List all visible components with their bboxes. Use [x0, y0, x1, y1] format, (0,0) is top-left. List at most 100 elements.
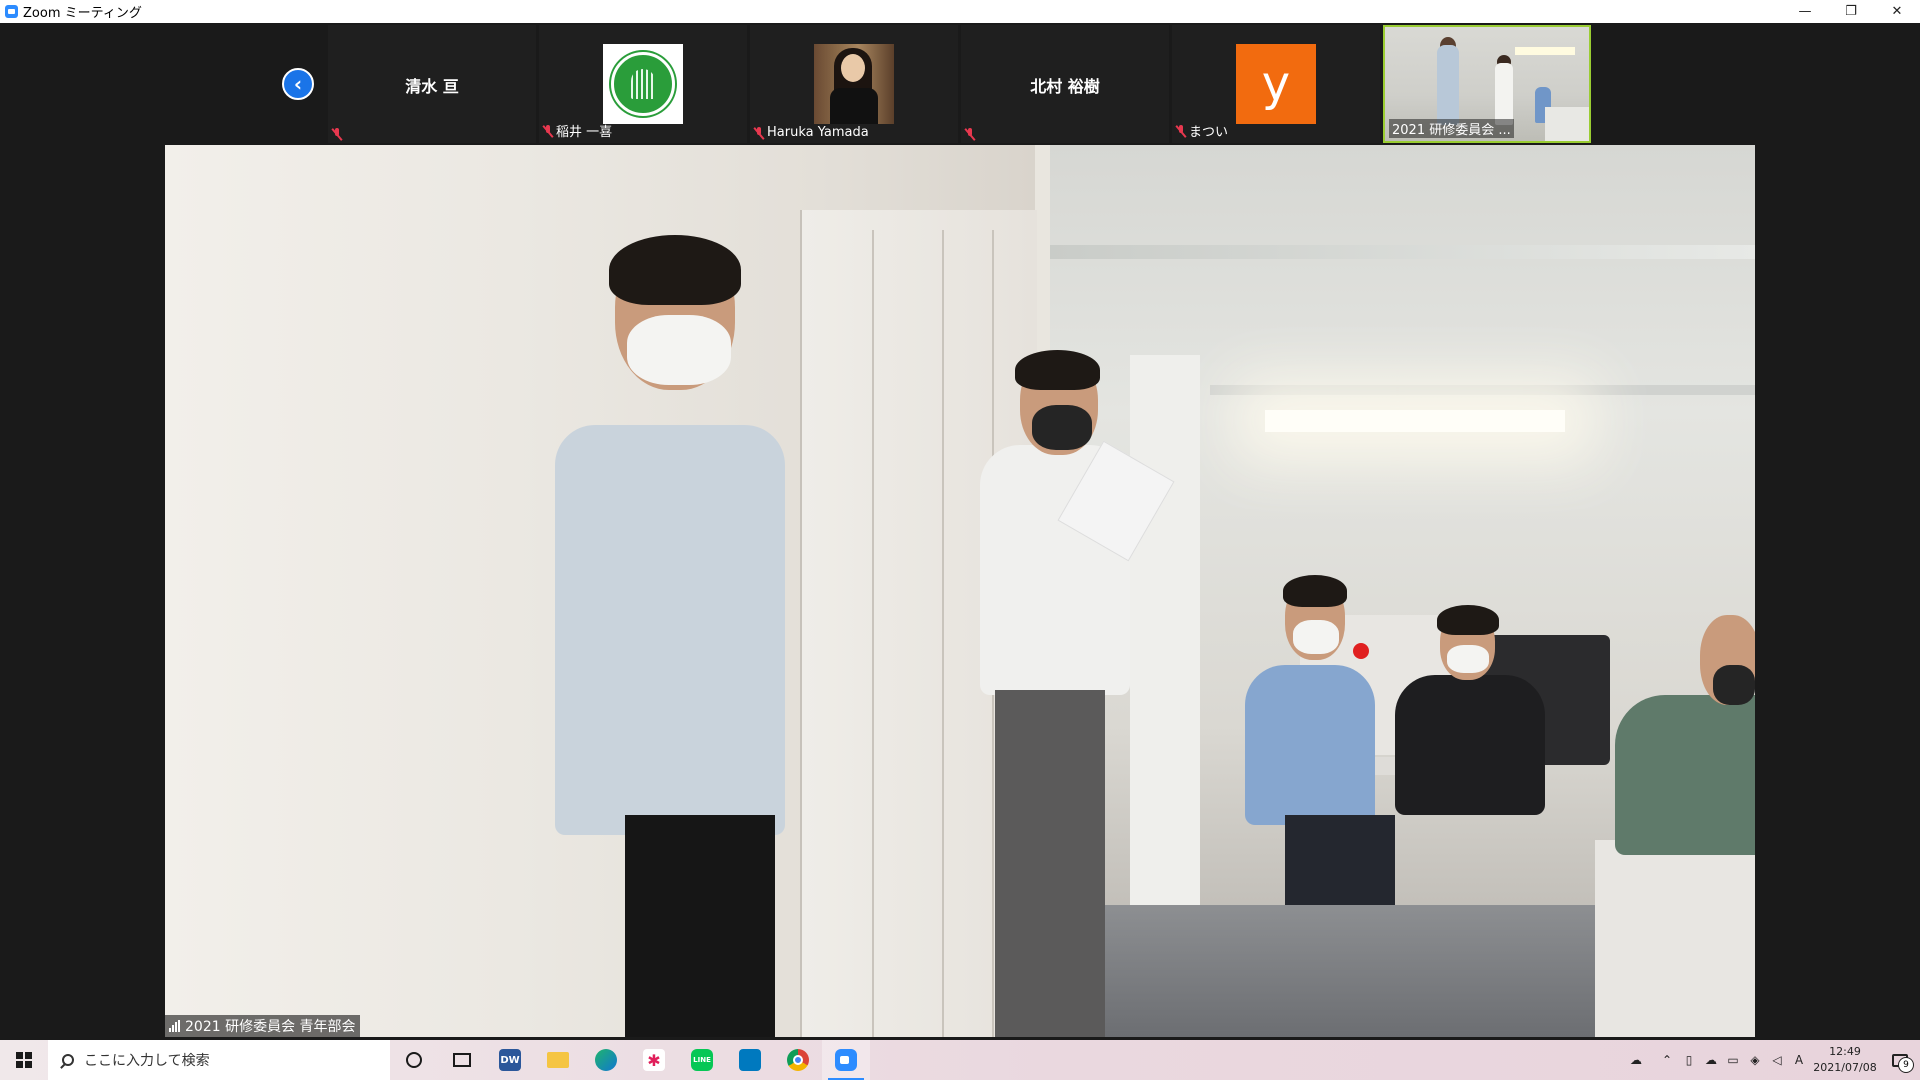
- person-shirt: [1395, 675, 1545, 815]
- thumb-person: [1495, 63, 1513, 125]
- line-icon: LINE: [691, 1049, 713, 1071]
- person-hair: [1283, 575, 1347, 607]
- participant-tile[interactable]: 北村 裕樹: [961, 25, 1169, 143]
- avatar-body: [830, 88, 878, 124]
- ceiling-light: [1265, 410, 1565, 432]
- participant-tile-active-speaker[interactable]: 2021 研修委員会 ...: [1383, 25, 1591, 143]
- task-view-button[interactable]: [438, 1040, 486, 1080]
- dropbox-icon[interactable]: ◈: [1744, 1040, 1766, 1080]
- notification-count-badge: 9: [1898, 1057, 1914, 1073]
- participant-avatar: [814, 44, 894, 124]
- video-name-text: 2021 研修委員会 青年部会: [185, 1019, 356, 1035]
- clock[interactable]: 12:49 2021/07/08: [1810, 1044, 1880, 1076]
- avatar-face: [841, 54, 865, 82]
- thumb-desk: [1545, 107, 1589, 141]
- chrome-icon: [787, 1049, 809, 1071]
- ceiling-rail: [1210, 385, 1755, 395]
- green-logo-icon: [611, 52, 675, 116]
- video-name-label: 2021 研修委員会 青年部会: [165, 1015, 360, 1037]
- muted-mic-icon: [332, 128, 342, 140]
- video-person: [525, 235, 805, 1037]
- usb-icon[interactable]: ▯: [1678, 1040, 1700, 1080]
- file-explorer-taskbar-button[interactable]: [534, 1040, 582, 1080]
- participant-label-text: 稲井 一喜: [556, 125, 613, 140]
- person-mask: [1032, 405, 1092, 450]
- minimize-button[interactable]: —: [1782, 0, 1828, 23]
- taskbar-search-box[interactable]: ここに入力して検索: [48, 1040, 390, 1080]
- person-mask: [1293, 620, 1339, 654]
- muted-mic-icon: [543, 124, 553, 137]
- participant-label-text: 2021 研修委員会 ...: [1392, 123, 1511, 138]
- windows-taskbar: ここに入力して検索 DW ✱ LINE ☁ ⌃ ▯ ☁ ▭ ◈ ◁ A 12:4…: [0, 1040, 1920, 1080]
- participant-name: 清水 亘: [405, 77, 459, 96]
- participant-label: Haruka Yamada: [754, 125, 869, 140]
- window-title: Zoom ミーティング: [23, 6, 142, 21]
- participant-tile[interactable]: y まつい: [1172, 25, 1380, 143]
- cortana-button[interactable]: [390, 1040, 438, 1080]
- participant-tile[interactable]: 清水 亘: [328, 25, 536, 143]
- participant-label: まつい: [1176, 121, 1228, 140]
- start-button[interactable]: [0, 1040, 48, 1080]
- participant-tile[interactable]: Haruka Yamada: [750, 25, 958, 143]
- person-shirt: [555, 425, 785, 835]
- muted-mic-icon: [1176, 124, 1186, 137]
- chevron-up-icon[interactable]: ⌃: [1656, 1040, 1678, 1080]
- thumb-person: [1437, 45, 1459, 125]
- edge-taskbar-button[interactable]: [582, 1040, 630, 1080]
- weather-icon[interactable]: ☁: [1616, 1040, 1656, 1080]
- person-hair: [609, 235, 741, 305]
- volume-icon[interactable]: ◁: [1766, 1040, 1788, 1080]
- zoom-taskbar-button[interactable]: [822, 1040, 870, 1080]
- muted-mic-icon: [754, 126, 764, 139]
- thumb-light: [1515, 47, 1575, 55]
- participant-label: 2021 研修委員会 ...: [1389, 119, 1514, 138]
- participant-label-text: まつい: [1189, 125, 1229, 140]
- dreamweaver-icon: DW: [499, 1049, 521, 1071]
- participant-label: 稲井 一喜: [543, 121, 612, 140]
- participant-strip: ‹ 清水 亘 稲井 一喜 Haruka Yamada 北村 裕樹 y まつい 2…: [0, 23, 1920, 145]
- meeting-area: ‹ 清水 亘 稲井 一喜 Haruka Yamada 北村 裕樹 y まつい 2…: [0, 23, 1920, 1040]
- trello-icon: [739, 1049, 761, 1071]
- closet-door-line: [872, 230, 874, 1037]
- ime-indicator[interactable]: A: [1788, 1040, 1810, 1080]
- person-pants: [1285, 815, 1395, 905]
- main-video[interactable]: 2021 研修委員会 青年部会: [165, 145, 1755, 1037]
- slack-icon: ✱: [643, 1049, 665, 1071]
- onedrive-icon[interactable]: ☁: [1700, 1040, 1722, 1080]
- chrome-taskbar-button[interactable]: [774, 1040, 822, 1080]
- windows-logo-icon: [16, 1052, 32, 1068]
- participant-avatar: y: [1236, 44, 1316, 124]
- video-person: [1245, 575, 1395, 905]
- line-taskbar-button[interactable]: LINE: [678, 1040, 726, 1080]
- person-pants: [625, 815, 775, 1037]
- person-mask: [1713, 665, 1755, 705]
- trello-taskbar-button[interactable]: [726, 1040, 774, 1080]
- muted-mic-icon: [965, 128, 975, 140]
- person-hair: [1015, 350, 1100, 390]
- system-tray: ☁ ⌃ ▯ ☁ ▭ ◈ ◁ A 12:49 2021/07/08 9: [1616, 1040, 1920, 1080]
- zoom-icon: [835, 1049, 857, 1071]
- closet-door-line: [942, 230, 944, 1037]
- participant-name: 北村 裕樹: [1030, 77, 1100, 96]
- slack-taskbar-button[interactable]: ✱: [630, 1040, 678, 1080]
- person-shirt: [1615, 695, 1755, 855]
- video-person: [1615, 615, 1755, 855]
- notification-center-button[interactable]: 9: [1880, 1040, 1920, 1080]
- ceiling-rail: [1050, 245, 1755, 259]
- clock-time: 12:49: [1829, 1045, 1861, 1058]
- zoom-app-icon: [5, 5, 18, 18]
- network-icon[interactable]: ▭: [1722, 1040, 1744, 1080]
- edge-icon: [595, 1049, 617, 1071]
- signal-strength-icon: [169, 1020, 180, 1032]
- person-hair: [1437, 605, 1499, 635]
- dreamweaver-taskbar-button[interactable]: DW: [486, 1040, 534, 1080]
- search-placeholder: ここに入力して検索: [84, 1053, 210, 1069]
- cortana-icon: [406, 1052, 422, 1068]
- previous-page-button[interactable]: ‹: [282, 68, 314, 100]
- participant-label-text: Haruka Yamada: [767, 125, 869, 140]
- participant-tile[interactable]: 稲井 一喜: [539, 25, 747, 143]
- participant-label: [332, 128, 345, 140]
- window-controls: — ❐ ✕: [1782, 0, 1920, 23]
- close-button[interactable]: ✕: [1874, 0, 1920, 23]
- restore-button[interactable]: ❐: [1828, 0, 1874, 23]
